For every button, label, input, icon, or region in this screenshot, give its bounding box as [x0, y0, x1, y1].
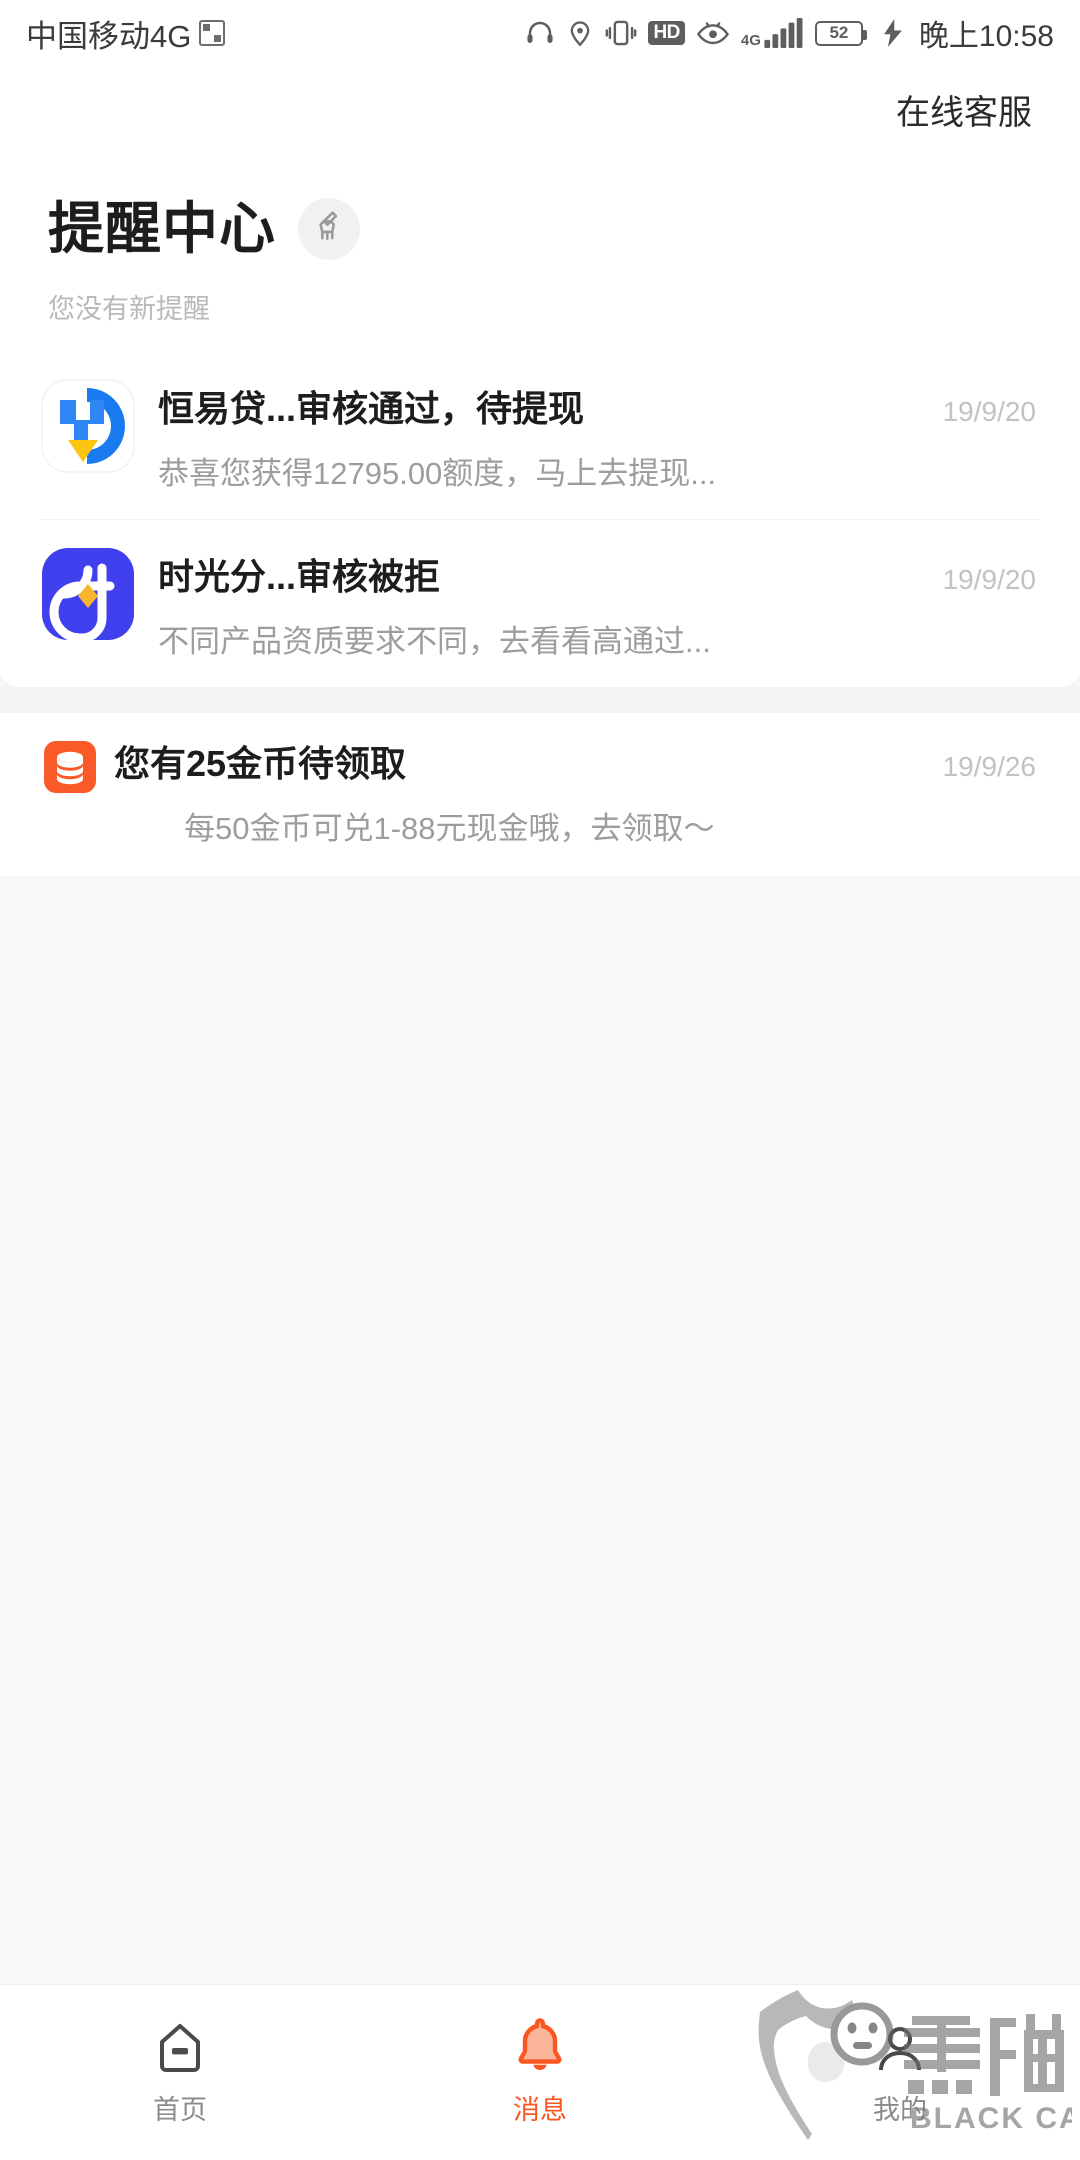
coin-stack-icon — [44, 741, 96, 793]
empty-area — [0, 876, 1080, 1876]
top-bar: 在线客服 — [0, 66, 1080, 152]
battery-icon: 52 — [814, 20, 867, 46]
app-screen: 中国移动4G HD 4G 52 晚上10:58 在线客服 提醒中心 您没有新提醒… — [0, 0, 1080, 2160]
notification-title: 时光分...审核被拒 — [158, 556, 441, 597]
clock-label: 晚上10:58 — [918, 20, 1054, 53]
notification-desc: 恭喜您获得12795.00额度，马上去提现... — [158, 456, 717, 491]
bottom-navigation: 首页 消息 我的 — [0, 1984, 1080, 2160]
hd-icon: HD — [648, 21, 685, 45]
broom-icon — [312, 209, 346, 248]
location-icon — [566, 18, 594, 48]
coin-notice-date: 19/9/26 — [942, 751, 1036, 782]
coin-notice-title: 您有25金币待领取 — [114, 743, 407, 784]
nav-label-home: 首页 — [153, 2095, 207, 2125]
coin-notice-headline: 您有25金币待领取 19/9/26 — [114, 735, 1036, 787]
nav-item-messages[interactable]: 消息 — [360, 2018, 720, 2127]
eye-care-icon — [696, 19, 730, 47]
bell-icon — [512, 2018, 568, 2076]
nav-item-mine[interactable]: 我的 — [720, 2018, 1080, 2127]
nav-label-messages: 消息 — [513, 2095, 567, 2125]
coin-notice-body: 您有25金币待领取 19/9/26 每50金币可兑1-88元现金哦，去领取～ — [114, 735, 1036, 848]
headset-icon — [525, 18, 555, 48]
user-icon — [872, 2018, 928, 2076]
customer-service-link[interactable]: 在线客服 — [896, 85, 1032, 134]
section-gap — [0, 687, 1080, 713]
notification-body: 时光分...审核被拒 19/9/20 不同产品资质要求不同，去看看高通过... — [158, 546, 1036, 661]
charging-icon — [882, 19, 904, 47]
notification-date: 19/9/20 — [942, 396, 1036, 427]
nav-item-home[interactable]: 首页 — [0, 2018, 360, 2127]
status-bar-left: 中国移动4G — [26, 11, 226, 56]
shiguangfen-app-icon — [40, 546, 136, 642]
home-icon — [152, 2018, 208, 2076]
notification-date: 19/9/20 — [942, 564, 1036, 595]
vibrate-icon — [605, 18, 637, 48]
carrier-label: 中国移动4G — [26, 18, 192, 54]
status-bar: 中国移动4G HD 4G 52 晚上10:58 — [0, 0, 1080, 66]
notification-desc: 不同产品资质要求不同，去看看高通过... — [158, 624, 711, 659]
status-bar-right: HD 4G 52 晚上10:58 — [525, 11, 1054, 55]
page-subtitle: 您没有新提醒 — [48, 294, 210, 324]
notification-row[interactable]: 时光分...审核被拒 19/9/20 不同产品资质要求不同，去看看高通过... — [0, 520, 1080, 687]
notification-title: 恒易贷...审核通过，待提现 — [158, 388, 585, 429]
title-row: 提醒中心 — [48, 184, 1032, 265]
qr-code-icon — [199, 20, 226, 46]
page-header: 提醒中心 您没有新提醒 — [0, 152, 1080, 352]
notification-row[interactable]: 恒易贷...审核通过，待提现 19/9/20 恭喜您获得12795.00额度，马… — [0, 352, 1080, 519]
hengyidai-app-icon — [40, 378, 136, 474]
page-title: 提醒中心 — [48, 197, 276, 260]
notification-headline: 恒易贷...审核通过，待提现 19/9/20 — [158, 380, 1036, 432]
notification-card: 恒易贷...审核通过，待提现 19/9/20 恭喜您获得12795.00额度，马… — [0, 352, 1080, 687]
coin-notice-desc: 每50金币可兑1-88元现金哦，去领取～ — [184, 811, 715, 846]
notification-body: 恒易贷...审核通过，待提现 19/9/20 恭喜您获得12795.00额度，马… — [158, 378, 1036, 493]
signal-4g-icon: 4G — [741, 18, 804, 48]
coin-notice-row[interactable]: 您有25金币待领取 19/9/26 每50金币可兑1-88元现金哦，去领取～ — [0, 713, 1080, 876]
nav-label-mine: 我的 — [873, 2095, 927, 2125]
notification-headline: 时光分...审核被拒 19/9/20 — [158, 548, 1036, 600]
clear-all-button[interactable] — [298, 197, 360, 260]
